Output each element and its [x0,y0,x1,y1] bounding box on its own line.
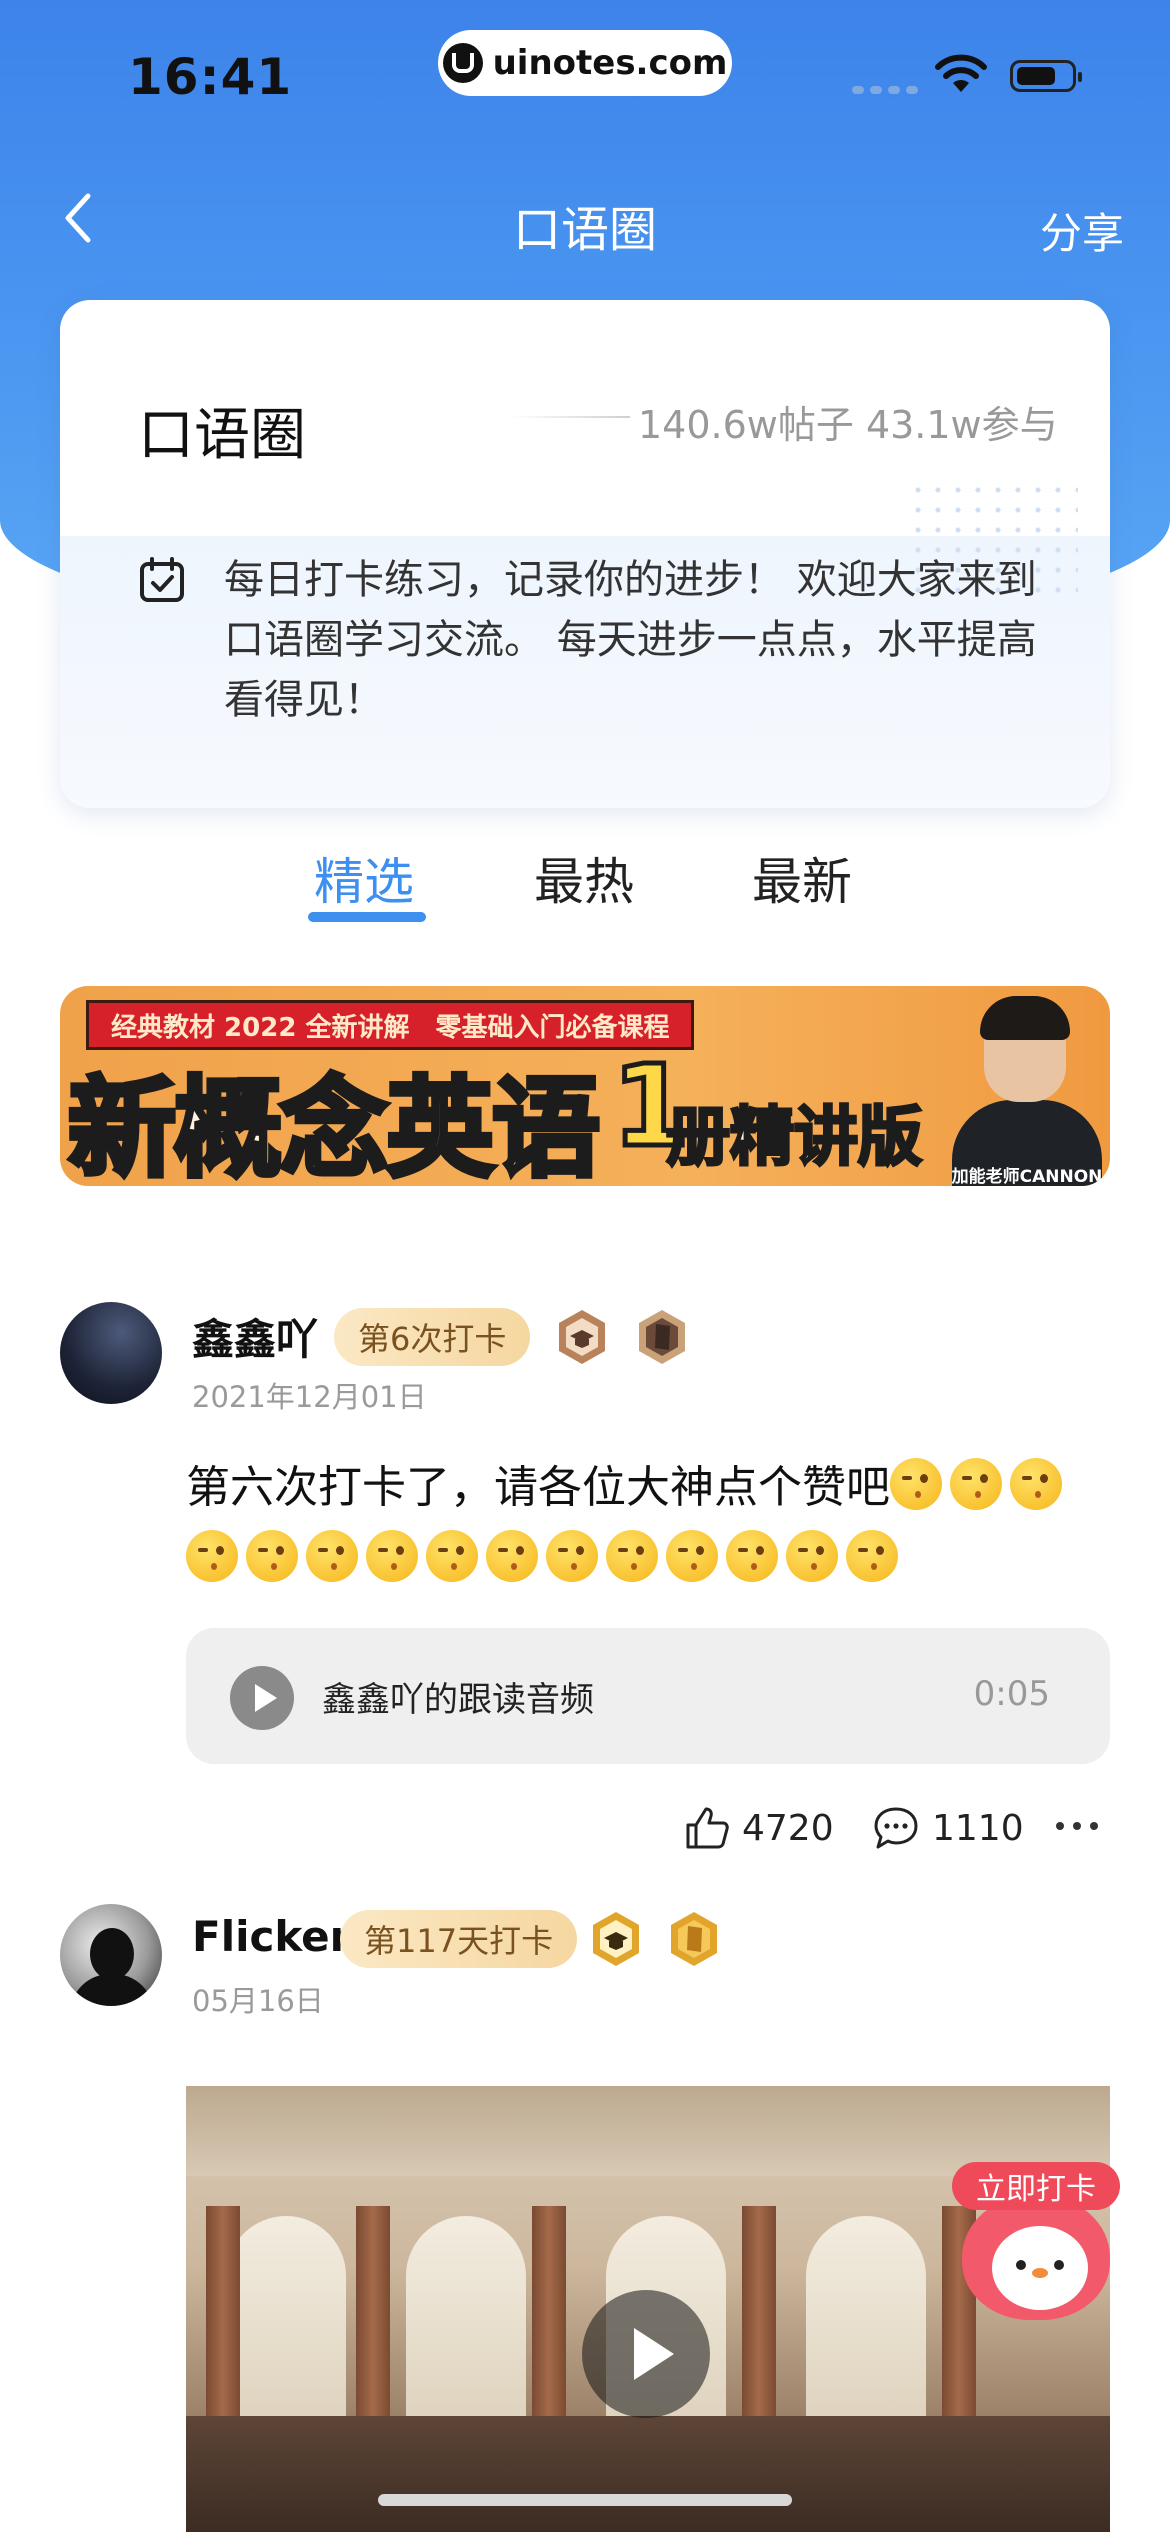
smirk-emoji-icon [426,1530,478,1582]
tab-featured[interactable]: 精选 [314,842,414,914]
more-options-icon[interactable] [1056,1822,1098,1830]
comment-icon [874,1807,918,1849]
smirk-emoji-icon [546,1530,598,1582]
wifi-icon [935,54,987,92]
comment-count: 1110 [932,1807,1024,1849]
active-tab-indicator [308,912,426,922]
smirk-emoji-icon [726,1530,778,1582]
feed-tabs: 精选 最热 最新 [0,842,1170,922]
audio-title: 鑫鑫吖的跟读音频 [322,1680,594,1720]
checkin-now-label[interactable]: 立即打卡 [952,2162,1120,2210]
thumbs-up-icon [686,1807,729,1849]
checkin-mascot-button[interactable] [962,2194,1110,2320]
post-text: 第六次打卡了，请各位大神点个赞吧 [186,1452,1106,1596]
circle-info-card: 口语圈 140.6w帖子 43.1w参与 每日打卡练习，记录你的进步！ 欢迎大家… [60,300,1110,808]
page-title: 口语圈 [512,202,657,258]
play-icon[interactable] [230,1666,294,1730]
teacher-label: 加能老师CANNON [951,1167,1103,1186]
play-icon[interactable] [582,2290,710,2418]
smirk-emoji-icon [786,1530,838,1582]
medal-icon [639,1310,685,1364]
home-indicator[interactable] [378,2494,792,2506]
course-banner[interactable]: 经典教材 2022 全新讲解 零基础入门必备课程 新概念英语 1 册精讲版 加能… [60,986,1110,1186]
battery-icon [1010,60,1082,92]
tab-hottest[interactable]: 最热 [534,842,634,914]
smirk-emoji-icon [846,1530,898,1582]
comment-button[interactable]: 1110 [872,1800,1024,1856]
circle-stats: 140.6w帖子 43.1w参与 [638,403,1058,447]
smirk-emoji-icon [666,1530,718,1582]
smirk-emoji-icon [246,1530,298,1582]
like-count: 4720 [742,1807,834,1849]
smirk-emoji-icon [366,1530,418,1582]
smirk-emoji-icon [306,1530,358,1582]
medal-icon [559,1310,605,1364]
medal-icon [593,1912,639,1966]
smirk-emoji-icon [186,1530,238,1582]
circle-description: 每日打卡练习，记录你的进步！ 欢迎大家来到口语圈学习交流。 每天进步一点点，水平… [224,557,1037,723]
url-text: uinotes.com [492,43,728,83]
audio-player[interactable]: 鑫鑫吖的跟读音频 0:05 [186,1628,1110,1764]
post-date: 05月16日 [192,1984,324,2018]
share-button[interactable]: 分享 [1040,200,1124,261]
audio-duration: 0:05 [973,1674,1050,1714]
smirk-emoji-icon [950,1458,1002,1510]
banner-subtitle: 册精讲版 [665,1100,924,1177]
post-username[interactable]: Flicker [192,1912,350,1961]
signal-icon [852,86,918,94]
like-button[interactable]: 4720 [684,1800,834,1856]
calendar-check-icon [140,557,184,602]
smirk-emoji-icon [1010,1458,1062,1510]
video-thumbnail[interactable] [186,2086,1110,2532]
checkin-badge: 第117天打卡 [340,1910,578,1968]
smirk-emoji-icon [486,1530,538,1582]
smirk-emoji-icon [606,1530,658,1582]
site-logo-icon [442,43,483,83]
teacher-photo: 加能老师CANNON [948,994,1106,1186]
circle-title: 口语圈 [138,403,306,468]
checkin-badge: 第6次打卡 [334,1308,531,1366]
banner-title: 新概念英语 [65,1065,602,1187]
medal-icon [671,1912,717,1966]
post-date: 2021年12月01日 [192,1380,427,1414]
avatar[interactable] [60,1904,162,2006]
status-time: 16:41 [128,48,293,106]
avatar[interactable] [60,1302,162,1404]
tab-newest[interactable]: 最新 [752,842,852,914]
post-username[interactable]: 鑫鑫吖 [192,1306,318,1367]
smirk-emoji-icon [890,1458,942,1510]
post-text-content: 第六次打卡了，请各位大神点个赞吧 [186,1462,890,1513]
url-pill[interactable]: uinotes.com [438,30,732,96]
divider-line [510,416,630,418]
